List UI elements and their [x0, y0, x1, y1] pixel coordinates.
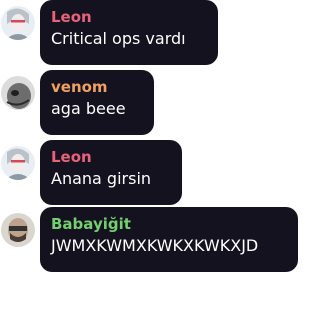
chat-message[interactable]: Leon Critical ops vardı — [0, 0, 298, 68]
message-bubble: venom aga beee — [40, 70, 154, 135]
chat-message-list: Leon Critical ops vardı venom aga beee L… — [0, 0, 298, 320]
babayigit-avatar-icon[interactable] — [1, 213, 35, 247]
message-text: Anana girsin — [51, 169, 152, 188]
message-text: Critical ops vardı — [51, 29, 186, 48]
leon-avatar-icon[interactable] — [1, 6, 35, 40]
leon-avatar-icon[interactable] — [1, 146, 35, 180]
sender-name[interactable]: Babayiğit — [51, 214, 288, 234]
message-bubble: Babayiğit JWMXKWMXKWKXKWKXJD — [40, 207, 298, 272]
sender-name[interactable]: Leon — [51, 147, 172, 167]
message-bubble: Leon Critical ops vardı — [40, 0, 218, 65]
chat-message[interactable]: Leon Anana girsin — [0, 140, 298, 208]
venom-avatar-icon[interactable] — [1, 76, 35, 110]
chat-message[interactable]: Babayiğit JWMXKWMXKWKXKWKXJD — [0, 207, 298, 275]
message-bubble: Leon Anana girsin — [40, 140, 182, 205]
sender-name[interactable]: venom — [51, 77, 144, 97]
sender-name[interactable]: Leon — [51, 7, 208, 27]
message-text: JWMXKWMXKWKXKWKXJD — [51, 236, 259, 255]
chat-message[interactable]: venom aga beee — [0, 70, 298, 138]
message-text: aga beee — [51, 99, 126, 118]
